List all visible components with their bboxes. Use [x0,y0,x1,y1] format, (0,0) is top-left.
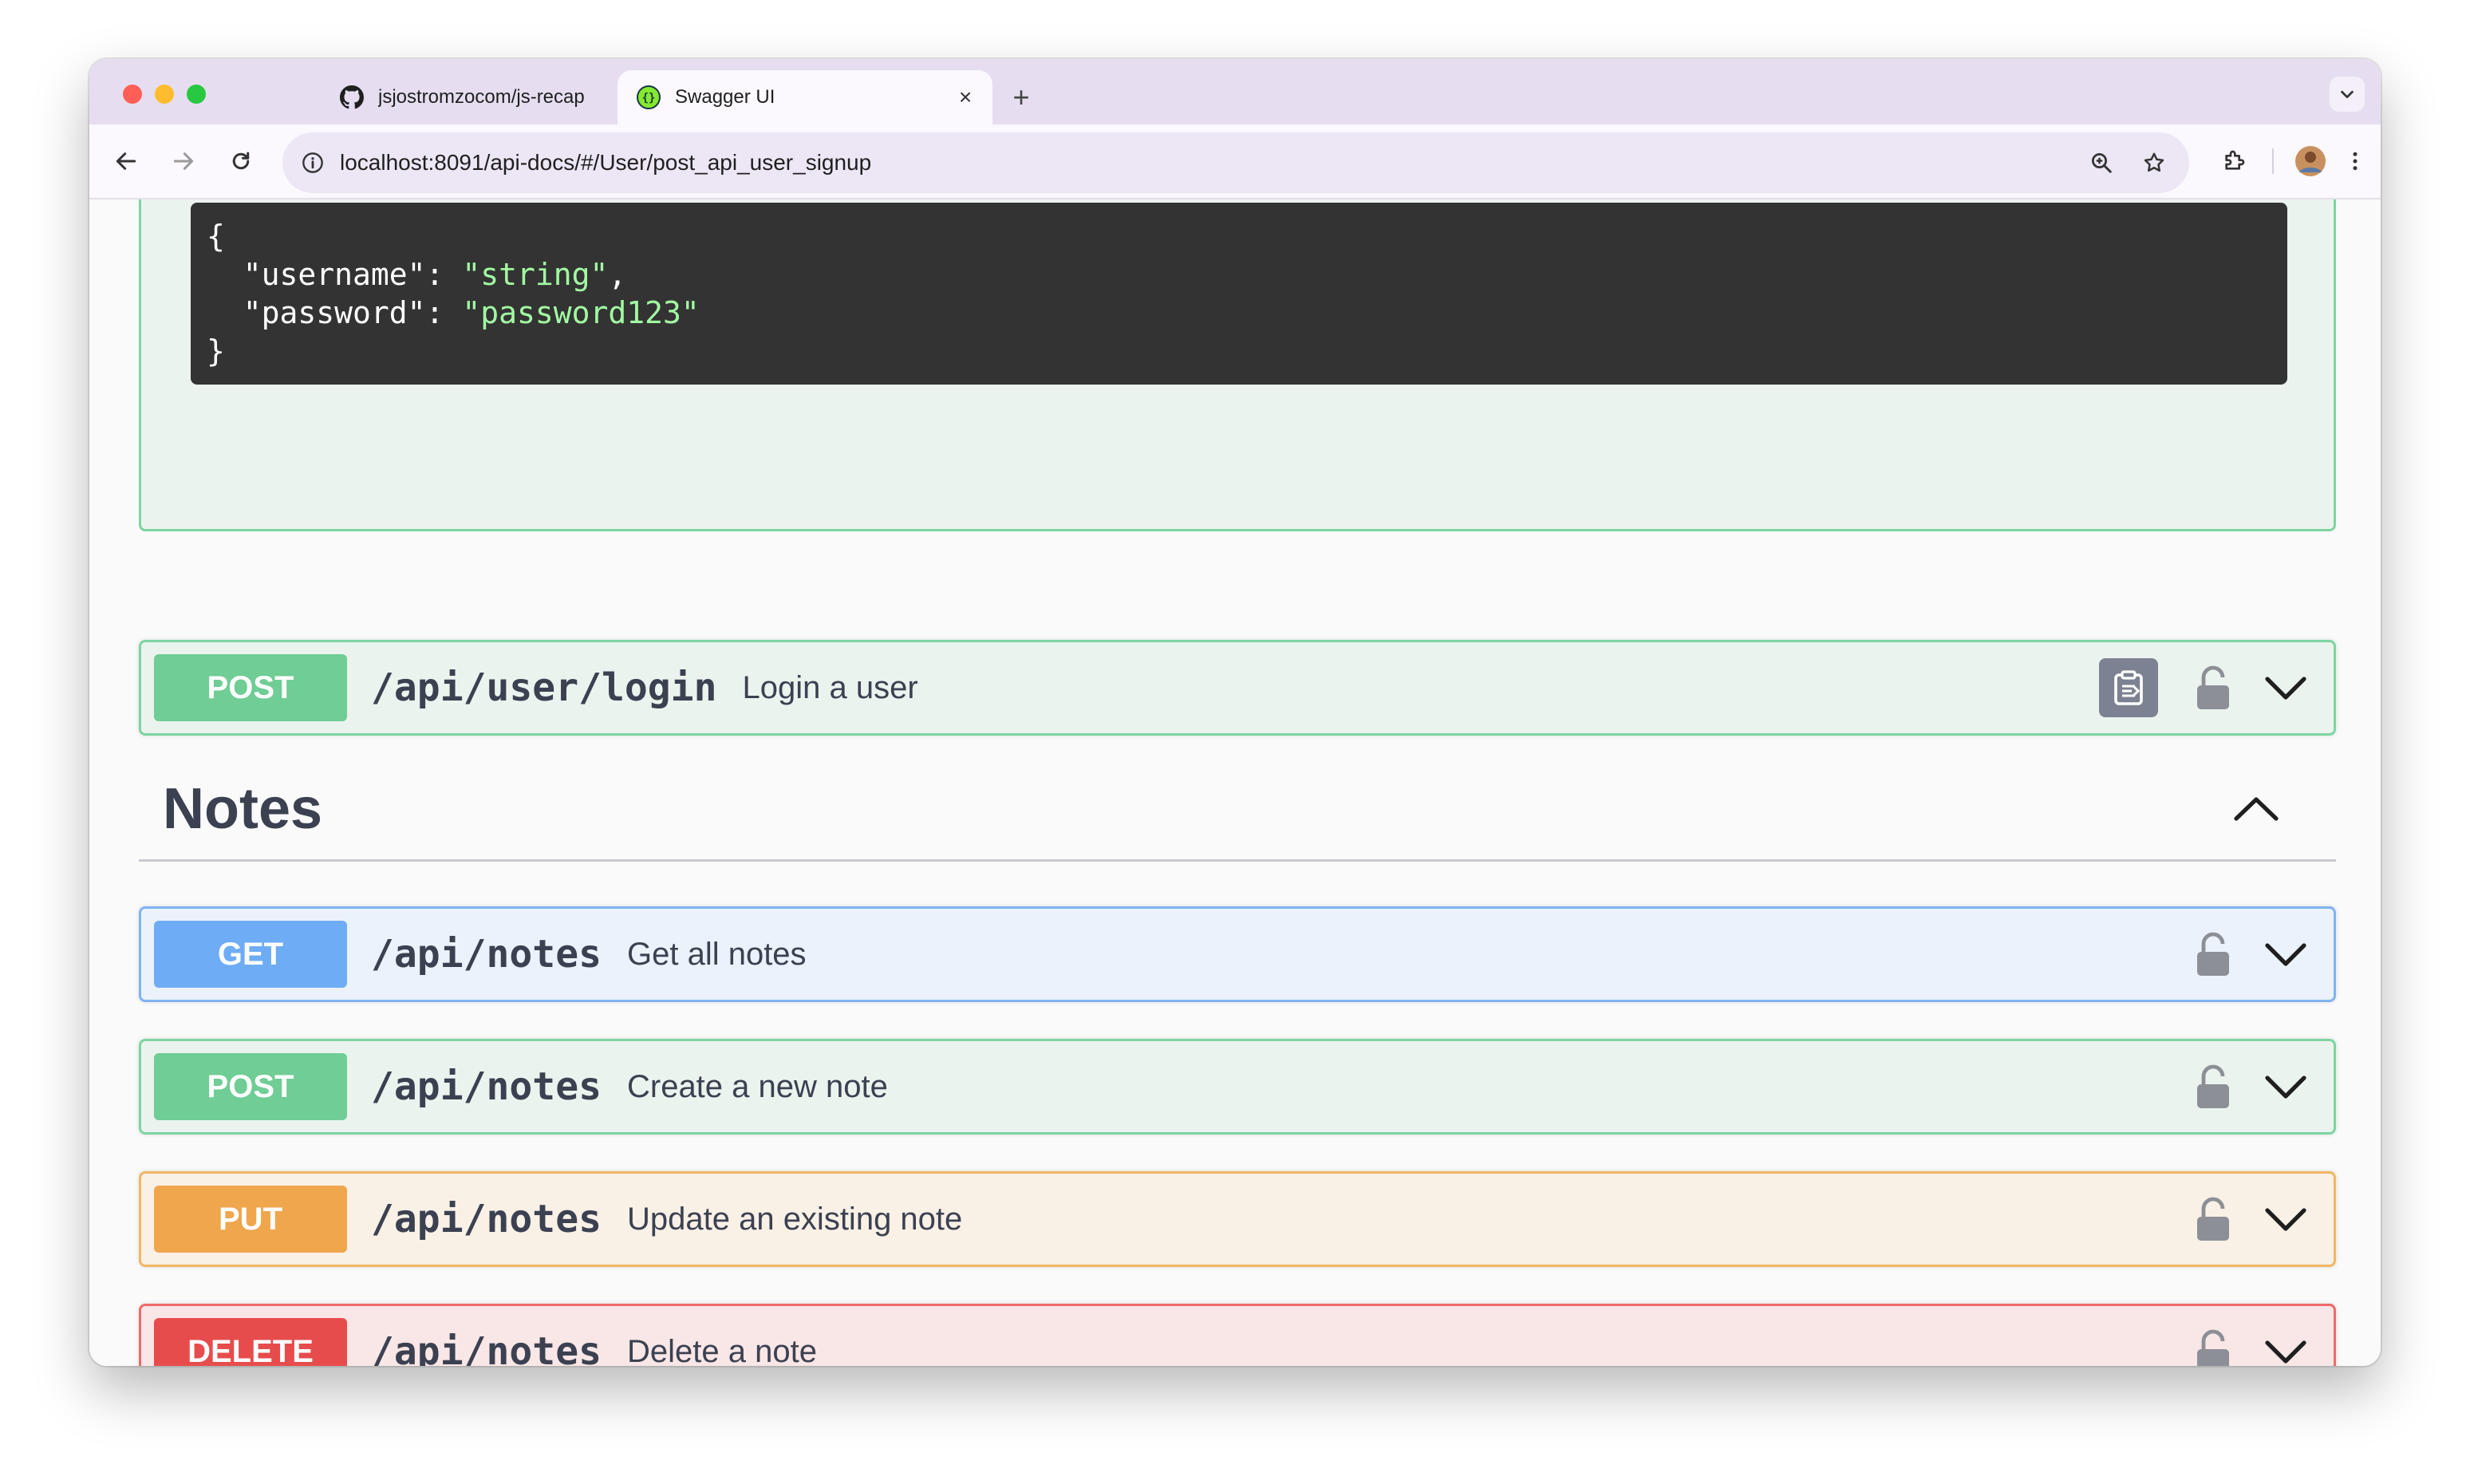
unlocked-lock-icon[interactable] [2195,1063,2231,1111]
copy-to-clipboard-button[interactable] [2099,658,2158,717]
endpoint-summary: Login a user [742,669,918,705]
endpoint-summary: Delete a note [626,1333,817,1367]
endpoint-path: /api/notes [371,932,602,977]
opblock-post-notes[interactable]: POST /api/notes Create a new note [139,1039,2336,1135]
opblock-get-notes[interactable]: GET /api/notes Get all notes [139,906,2336,1002]
method-badge: DELETE [154,1318,347,1366]
request-example-code[interactable]: { "username": "string", "password": "pas… [191,203,2287,385]
code-key: "username" [243,257,426,292]
close-window-button[interactable] [123,85,142,104]
method-badge: POST [154,654,347,721]
endpoint-summary: Create a new note [626,1068,888,1104]
opblock-delete-notes[interactable]: DELETE /api/notes Delete a note [139,1304,2336,1366]
maximize-window-button[interactable] [187,85,206,104]
swagger-icon: {} [637,85,661,109]
extensions-button[interactable] [2215,142,2253,180]
chevron-down-icon [2341,90,2354,99]
swagger-page: { "username": "string", "password": "pas… [89,199,2381,1366]
puzzle-icon [2225,150,2245,170]
code-punct: , [608,257,627,292]
opblock-put-notes[interactable]: PUT /api/notes Update an existing note [139,1171,2336,1267]
chevron-down-icon[interactable] [2262,1063,2310,1111]
svg-text:{}: {} [642,92,656,105]
tab-strip: jsjostromzocom/js-recap × {} Swagger UI … [89,59,2381,124]
chevron-down-icon[interactable] [2262,664,2310,712]
method-badge: POST [154,1053,347,1120]
tab-swagger[interactable]: {} Swagger UI × [618,70,992,124]
arrow-right-icon [173,152,194,170]
reload-button[interactable] [222,142,260,180]
method-badge: PUT [154,1186,347,1253]
clipboard-icon [2114,670,2143,705]
profile-avatar[interactable] [2291,142,2330,180]
reload-icon [232,152,250,170]
tab-title: Swagger UI [675,86,775,108]
browser-toolbar: localhost:8091/api-docs/#/User/post_api_… [89,124,2381,199]
chevron-down-icon[interactable] [2262,1328,2310,1366]
url-text: localhost:8091/api-docs/#/User/post_api_… [340,150,872,175]
code-key: "password" [243,295,426,330]
endpoint-summary: Get all notes [626,936,807,972]
minimize-window-button[interactable] [155,85,174,104]
avatar [2295,146,2326,176]
tab-title: jsjostromzocom/js-recap [378,86,585,108]
opblock-login[interactable]: POST /api/user/login Login a user [139,640,2336,736]
address-bar[interactable]: localhost:8091/api-docs/#/User/post_api_… [282,132,2189,193]
code-close-brace: } [207,334,225,369]
chevron-up-icon[interactable] [2224,777,2288,841]
new-tab-button[interactable]: + [1005,81,1037,113]
site-info-icon[interactable] [297,147,329,179]
tab-search-button[interactable] [2330,77,2365,112]
code-value: "string" [462,257,609,292]
more-vertical-icon [2353,152,2358,171]
arrow-left-icon [116,152,136,170]
endpoint-summary: Update an existing note [626,1201,963,1237]
tag-title: Notes [163,776,323,841]
chevron-down-icon[interactable] [2262,930,2310,978]
back-button[interactable] [107,142,145,180]
unlocked-lock-icon[interactable] [2195,664,2231,712]
bookmark-star-icon[interactable] [2137,145,2172,180]
forward-button[interactable] [164,142,203,180]
unlocked-lock-icon[interactable] [2195,1328,2231,1366]
tag-section-notes[interactable]: Notes [139,758,2336,862]
endpoint-path: /api/user/login [371,665,717,710]
request-body-panel: { "username": "string", "password": "pas… [139,199,2336,531]
code-open-brace: { [207,219,225,254]
browser-window: jsjostromzocom/js-recap × {} Swagger UI … [89,59,2381,1366]
method-badge: GET [154,921,347,988]
github-icon [340,85,364,109]
endpoint-path: /api/notes [371,1064,602,1109]
endpoint-path: /api/notes [371,1329,602,1366]
menu-button[interactable] [2336,142,2374,180]
endpoint-path: /api/notes [371,1197,602,1241]
code-value: "password123" [462,295,700,330]
chevron-down-icon[interactable] [2262,1195,2310,1243]
unlocked-lock-icon[interactable] [2195,1195,2231,1243]
zoom-icon[interactable] [2084,145,2119,180]
unlocked-lock-icon[interactable] [2195,930,2231,978]
close-tab-icon[interactable]: × [951,83,980,112]
toolbar-divider [2272,148,2274,174]
